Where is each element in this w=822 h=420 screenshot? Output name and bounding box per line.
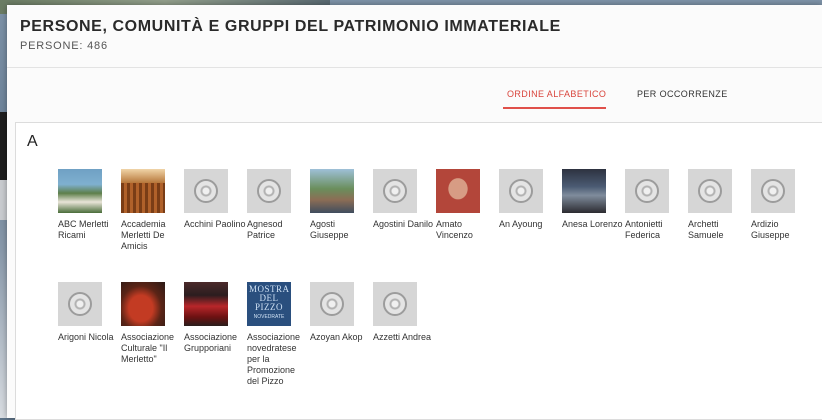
active-tab-indicator (503, 107, 606, 109)
person-photo[interactable] (121, 282, 165, 326)
person-card[interactable]: Acchini Paolino (184, 169, 246, 230)
person-photo[interactable] (436, 169, 480, 213)
placeholder-avatar-icon[interactable] (625, 169, 669, 213)
person-name-link[interactable]: Ardizio Giuseppe (751, 219, 813, 241)
sort-tabs: ORDINE ALFABETICO PER OCCORRENZE (7, 83, 822, 109)
tab-alphabetical[interactable]: ORDINE ALFABETICO (507, 89, 606, 99)
placeholder-avatar-icon[interactable] (247, 169, 291, 213)
person-card[interactable]: ABC Merletti Ricami (58, 169, 120, 241)
placeholder-avatar-icon[interactable] (373, 169, 417, 213)
person-card[interactable]: Antonietti Federica (625, 169, 687, 241)
person-card[interactable]: Associazione Culturale "Il Merletto" (121, 282, 183, 365)
persons-panel: PERSONE, COMUNITÀ E GRUPPI DEL PATRIMONI… (7, 5, 822, 420)
person-card[interactable]: Ardizio Giuseppe (751, 169, 813, 241)
person-name-link[interactable]: Agnesod Patrice (247, 219, 309, 241)
person-photo[interactable] (184, 282, 228, 326)
placeholder-avatar-icon[interactable] (751, 169, 795, 213)
person-name-link[interactable]: Associazione Culturale "Il Merletto" (121, 332, 183, 365)
person-photo[interactable]: MOSTRA DEL PIZZO NOVEDRATE (247, 282, 291, 326)
person-card[interactable]: Amato Vincenzo (436, 169, 498, 241)
person-card[interactable]: Archetti Samuele (688, 169, 750, 241)
person-name-link[interactable]: Antonietti Federica (625, 219, 687, 241)
placeholder-avatar-icon[interactable] (688, 169, 732, 213)
person-photo[interactable] (562, 169, 606, 213)
person-name-link[interactable]: Arigoni Nicola (58, 332, 120, 343)
persons-count: PERSONE: 486 (20, 40, 108, 52)
person-name-link[interactable]: Acchini Paolino (184, 219, 246, 230)
person-card[interactable]: MOSTRA DEL PIZZO NOVEDRATE Associazione … (247, 282, 309, 387)
placeholder-avatar-icon[interactable] (184, 169, 228, 213)
panel-header: PERSONE, COMUNITÀ E GRUPPI DEL PATRIMONI… (20, 18, 561, 52)
person-name-link[interactable]: ABC Merletti Ricami (58, 219, 120, 241)
person-name-link[interactable]: Accademia Merletti De Amicis (121, 219, 183, 252)
placeholder-avatar-icon[interactable] (499, 169, 543, 213)
person-name-link[interactable]: Agostini Danilo (373, 219, 435, 230)
person-photo[interactable] (310, 169, 354, 213)
person-card[interactable]: Azoyan Akop (310, 282, 372, 343)
person-card[interactable]: An Ayoung (499, 169, 561, 230)
person-name-link[interactable]: An Ayoung (499, 219, 561, 230)
person-card[interactable]: Agosti Giuseppe (310, 169, 372, 241)
person-card[interactable]: Arigoni Nicola (58, 282, 120, 343)
person-card[interactable]: Anesa Lorenzo (562, 169, 624, 230)
person-name-link[interactable]: Amato Vincenzo (436, 219, 498, 241)
person-card[interactable]: Agostini Danilo (373, 169, 435, 230)
placeholder-avatar-icon[interactable] (58, 282, 102, 326)
header-divider (7, 67, 822, 68)
person-name-link[interactable]: Associazione novedratese per la Promozio… (247, 332, 309, 387)
person-name-link[interactable]: Associazione Grupporiani (184, 332, 246, 354)
placeholder-avatar-icon[interactable] (373, 282, 417, 326)
photo-subcaption: NOVEDRATE (253, 314, 285, 320)
person-card[interactable]: Agnesod Patrice (247, 169, 309, 241)
placeholder-avatar-icon[interactable] (310, 282, 354, 326)
person-card[interactable]: Associazione Grupporiani (184, 282, 246, 354)
tab-by-occurrence[interactable]: PER OCCORRENZE (637, 89, 728, 99)
person-photo[interactable] (58, 169, 102, 213)
person-name-link[interactable]: Anesa Lorenzo (562, 219, 624, 230)
photo-caption: MOSTRA DEL PIZZO (249, 284, 290, 312)
person-name-link[interactable]: Agosti Giuseppe (310, 219, 372, 241)
person-photo[interactable] (121, 169, 165, 213)
person-name-link[interactable]: Archetti Samuele (688, 219, 750, 241)
page-title: PERSONE, COMUNITÀ E GRUPPI DEL PATRIMONI… (20, 18, 561, 35)
person-card[interactable]: Azzetti Andrea (373, 282, 435, 343)
person-name-link[interactable]: Azoyan Akop (310, 332, 372, 343)
person-name-link[interactable]: Azzetti Andrea (373, 332, 435, 343)
person-card[interactable]: Accademia Merletti De Amicis (121, 169, 183, 252)
section-letter: A (27, 133, 38, 150)
alphabet-section: A ABC Merletti Ricami Accademia Merletti… (15, 122, 822, 420)
